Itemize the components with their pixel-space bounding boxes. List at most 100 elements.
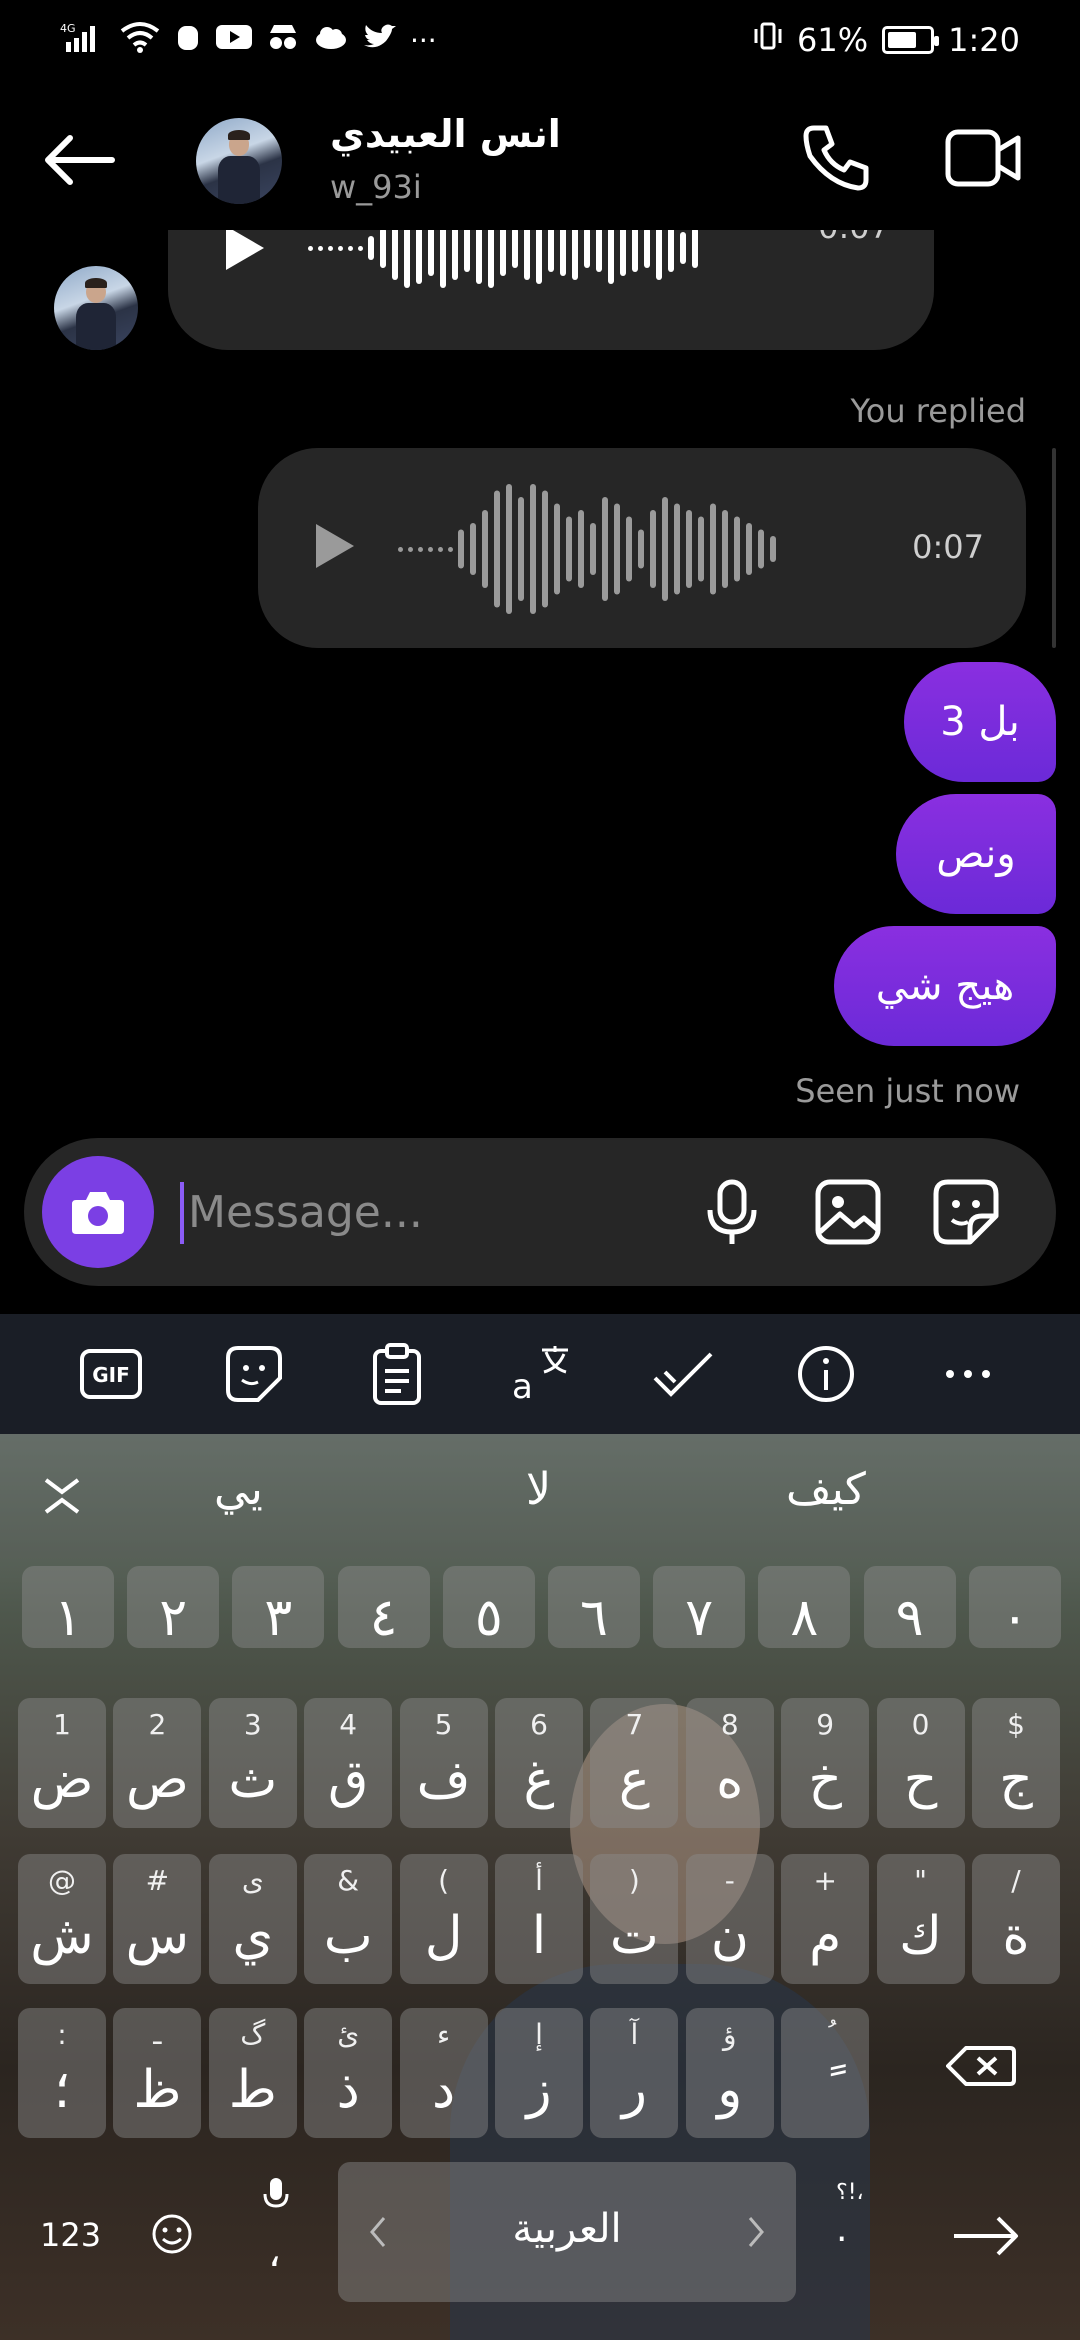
back-button[interactable] [40,130,120,190]
keyboard-key[interactable]: " ك [876,1854,965,1984]
key-label: ق [328,1750,369,1810]
keyboard-key[interactable]: ٠ [968,1566,1061,1648]
keyboard-key[interactable]: 4ق [304,1698,393,1828]
keyboard-key[interactable]: $ ج [972,1698,1060,1828]
keyboard-key[interactable]: & ب [304,1854,393,1984]
numbers-key[interactable]: 123 [40,2216,101,2254]
waveform-bar [458,529,464,569]
keyboard-key[interactable]: ٣ [232,1566,325,1648]
emoji-icon [152,2214,192,2254]
play-button[interactable] [220,230,270,278]
keyboard-key[interactable]: ٤ [337,1566,430,1648]
keyboard-key[interactable]: أا [495,1854,583,1984]
collapse-suggestions-button[interactable] [40,1474,84,1518]
key-label: غ [523,1750,555,1810]
sticker-button[interactable] [930,1176,1002,1248]
keyboard-key[interactable]: (ل [399,1854,488,1984]
waveform-bar [770,536,776,562]
voice-record-button[interactable] [696,1176,768,1248]
keyboard-key[interactable]: # س [113,1854,202,1984]
waveform-bar [398,547,403,552]
scrollbar[interactable] [1052,448,1056,648]
keyboard-key[interactable]: ئذ [304,2008,393,2138]
keyboard-key[interactable]: 7ع [590,1698,679,1828]
voice-input-key[interactable] [262,2176,290,2216]
waveform-bar [408,547,413,552]
video-call-button[interactable] [944,126,1022,190]
waveform-bar [318,246,323,251]
keyboard-key[interactable]: ٥ [442,1566,535,1648]
voice-call-button[interactable] [800,122,872,194]
incoming-voice-message[interactable]: 0:07 [168,230,934,350]
keyboard-key[interactable]: @ ش [18,1854,106,1984]
keyboard-key[interactable]: ًُ [781,2008,870,2138]
key-label: ب [323,1906,373,1966]
key-label: ذ [336,2060,360,2120]
backspace-key[interactable] [946,2044,1026,2104]
waveform-bar [500,230,506,276]
key-label: ص [125,1750,189,1810]
outgoing-voice-message[interactable]: 0:07 [258,448,1026,648]
clipboard-button[interactable] [361,1338,433,1410]
keyboard-key[interactable]: 3ث [208,1698,297,1828]
contact-username[interactable]: w_93i [330,168,422,206]
info-button[interactable] [790,1338,862,1410]
sent-message[interactable]: هيج شي [834,926,1056,1046]
keyboard-key[interactable]: ٨ [758,1566,851,1648]
keyboard-key[interactable]: 5ف [399,1698,488,1828]
sent-message[interactable]: ونص [896,794,1056,914]
waveform-bar [440,230,446,288]
keyboard-key[interactable]: ٧ [653,1566,746,1648]
keyboard-key[interactable]: گط [208,2008,297,2138]
sender-avatar[interactable] [54,266,138,350]
camera-button[interactable] [42,1156,154,1268]
emoji-key[interactable] [150,2212,194,2256]
keyboard-key[interactable]: ٩ [863,1566,956,1648]
suggestion[interactable]: يي [214,1464,263,1515]
suggestion[interactable]: لا [526,1464,551,1515]
message-input[interactable] [188,1176,688,1248]
keyboard-key[interactable]: 2ص [113,1698,202,1828]
play-button[interactable] [310,522,360,576]
sent-message[interactable]: بل 3 [904,662,1056,782]
waveform-bar [548,230,554,272]
keyboard-key[interactable]: 8ه [685,1698,774,1828]
contact-name[interactable]: انس العبيدي [330,112,561,156]
keyboard-key[interactable]: + م [781,1854,870,1984]
keyboard-key[interactable]: ءد [399,2008,488,2138]
contact-avatar[interactable] [196,118,282,204]
gallery-button[interactable] [812,1176,884,1248]
keyboard-key[interactable]: إز [495,2008,583,2138]
waveform-bar [668,230,674,272]
sticker-icon [226,1346,283,1402]
microphone-icon [707,1179,757,1244]
spellcheck-button[interactable] [647,1338,719,1410]
keyboard-key[interactable]: ٢ [127,1566,220,1648]
enter-key[interactable] [950,2210,1020,2258]
gif-button[interactable]: GIF [75,1338,147,1410]
keyboard-key[interactable]: 9خ [781,1698,870,1828]
keyboard-key[interactable]: ٦ [548,1566,640,1648]
keyboard-key[interactable]: -ن [685,1854,774,1984]
keyboard-key[interactable]: / ة [972,1854,1060,1984]
keyboard-key[interactable]: ١ [22,1566,114,1648]
key-label: ه [716,1750,744,1810]
space-key[interactable]: العربية [338,2162,796,2302]
keyboard-key[interactable]: : ؛ [18,2008,106,2138]
suggestion[interactable]: كيف [786,1464,866,1515]
keyboard-key[interactable]: ) ت [590,1854,679,1984]
translate-button[interactable]: a [504,1338,576,1410]
more-options-button[interactable] [932,1338,1004,1410]
keyboard-key[interactable]: ىي [208,1854,297,1984]
key-hint: 9 [816,1708,835,1741]
key-label: ف [416,1750,471,1810]
keyboard-key[interactable]: 1ض [18,1698,106,1828]
keyboard-key[interactable]: ؤو [685,2008,774,2138]
keyboard-key[interactable]: 6غ [495,1698,583,1828]
sticker-keyboard-button[interactable] [218,1338,290,1410]
keyboard-key[interactable]: آر [590,2008,679,2138]
keyboard-key[interactable]: 0ح [876,1698,965,1828]
punctuation-key[interactable]: ؟!، . [836,2180,876,2260]
keyboard-key[interactable]: ـظ [113,2008,202,2138]
comma-key[interactable]: ، [268,2230,281,2276]
